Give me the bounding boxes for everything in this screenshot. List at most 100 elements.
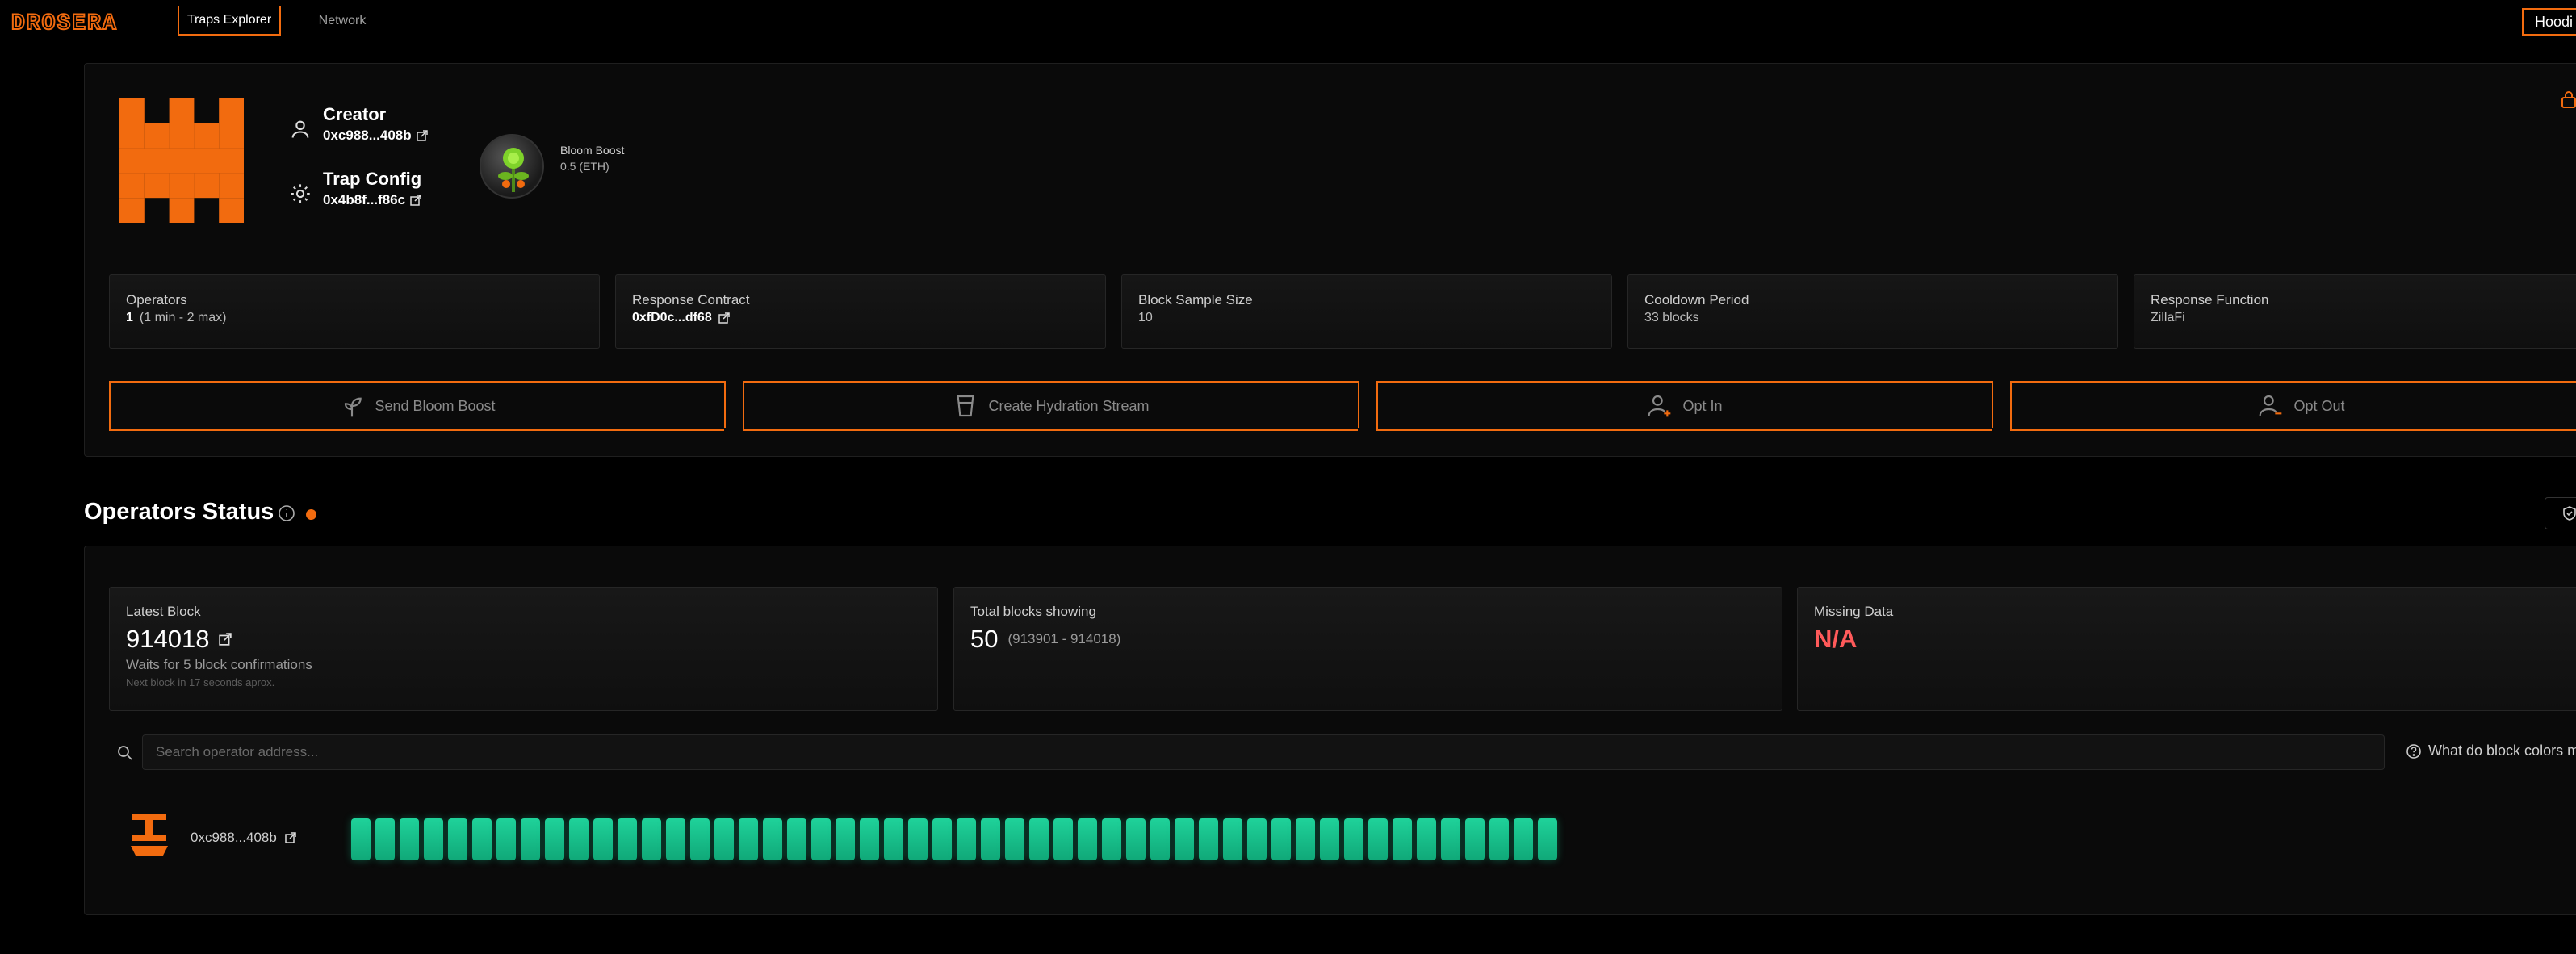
block-cell[interactable] (932, 818, 952, 860)
trap-config-address-link[interactable]: 0x4b8f...f86c (323, 190, 421, 210)
opt-in-button[interactable]: Opt In (1376, 381, 1993, 431)
info-card-block-sample-size: Block Sample Size 10 (1121, 274, 1612, 349)
live-indicator-dot (306, 509, 316, 520)
block-cell[interactable] (690, 818, 710, 860)
confirmations-text: Waits for 5 block confirmations (126, 657, 312, 672)
external-link-icon[interactable] (410, 195, 421, 206)
external-link-icon[interactable] (285, 832, 296, 843)
block-cell[interactable] (642, 818, 661, 860)
block-cell[interactable] (1489, 818, 1509, 860)
block-cell[interactable] (1368, 818, 1388, 860)
response-contract-address: 0xfD0c...df68 (632, 311, 712, 324)
latest-block-link[interactable]: 914018 (126, 625, 921, 654)
operator-address-link[interactable]: 0xc988...408b (191, 830, 296, 846)
block-cell[interactable] (618, 818, 637, 860)
external-link-icon[interactable] (219, 633, 232, 646)
block-cell[interactable] (1175, 818, 1194, 860)
block-cell[interactable] (884, 818, 903, 860)
block-cell[interactable] (1320, 818, 1339, 860)
operator-search-input[interactable] (142, 734, 2385, 770)
tab-traps-explorer[interactable]: Traps Explorer (178, 6, 281, 36)
send-bloom-boost-button[interactable]: Send Bloom Boost (109, 381, 726, 431)
external-link-icon[interactable] (718, 312, 730, 324)
sprout-icon (345, 397, 362, 417)
block-cell[interactable] (1247, 818, 1267, 860)
block-cell[interactable] (908, 818, 928, 860)
block-cell[interactable] (714, 818, 734, 860)
external-link-icon[interactable] (416, 130, 428, 141)
block-cell[interactable] (1029, 818, 1049, 860)
block-cell[interactable] (860, 818, 879, 860)
block-cell[interactable] (981, 818, 1000, 860)
block-cell[interactable] (351, 818, 371, 860)
glass-icon (957, 395, 974, 417)
block-cell[interactable] (811, 818, 831, 860)
info-card-value: 1 (1 min - 2 max) (126, 309, 583, 327)
block-cell[interactable] (787, 818, 806, 860)
block-cell[interactable] (763, 818, 782, 860)
block-cell[interactable] (1538, 818, 1557, 860)
bloom-boost-amount: 0.5 (ETH) (560, 160, 609, 173)
block-cell[interactable] (496, 818, 516, 860)
block-cell[interactable] (521, 818, 540, 860)
shield-check-button[interactable] (2545, 497, 2576, 529)
create-hydration-stream-button[interactable]: Create Hydration Stream (743, 381, 1359, 431)
block-cell[interactable] (1271, 818, 1291, 860)
drosera-logo[interactable]: DROSERA (11, 8, 157, 34)
block-cell[interactable] (1296, 818, 1315, 860)
block-cell[interactable] (1053, 818, 1073, 860)
block-cell[interactable] (375, 818, 395, 860)
opt-out-button[interactable]: Opt Out (2010, 381, 2576, 431)
top-nav: DROSERA Traps Explorer Network Hoodi (0, 0, 2576, 42)
info-card-label: Response Function (2151, 292, 2269, 308)
block-cell[interactable] (1344, 818, 1363, 860)
block-cell[interactable] (593, 818, 613, 860)
stat-label: Latest Block (126, 604, 201, 619)
block-cell[interactable] (836, 818, 855, 860)
creator-address-link[interactable]: 0xc988...408b (323, 126, 428, 145)
block-cell[interactable] (472, 818, 492, 860)
info-card-value: 33 blocks (1644, 311, 1699, 324)
block-cell[interactable] (1465, 818, 1485, 860)
response-contract-link[interactable]: 0xfD0c...df68 (632, 309, 1089, 327)
operator-row: 0xc988...408b (123, 810, 1576, 865)
gear-icon (291, 184, 310, 203)
total-blocks-card: Total blocks showing 50 (913901 - 914018… (953, 587, 1782, 711)
button-label: Opt Out (2293, 397, 2345, 414)
tab-network[interactable]: Network (313, 6, 371, 36)
block-cell[interactable] (448, 818, 467, 860)
block-cell[interactable] (1223, 818, 1242, 860)
info-icon[interactable] (278, 504, 295, 522)
block-colors-help-link[interactable]: What do block colors m (2406, 743, 2576, 759)
block-cell[interactable] (1417, 818, 1436, 860)
block-cell[interactable] (569, 818, 589, 860)
next-block-text: Next block in 17 seconds aprox. (126, 676, 275, 688)
block-cell[interactable] (1514, 818, 1533, 860)
block-cell[interactable] (1441, 818, 1460, 860)
block-cell[interactable] (739, 818, 758, 860)
info-card-response-function: Response Function ZillaFi (2134, 274, 2576, 349)
creator-address: 0xc988...408b (323, 128, 412, 143)
lock-icon[interactable] (2561, 90, 2576, 108)
block-cell[interactable] (1078, 818, 1097, 860)
block-cell[interactable] (1150, 818, 1170, 860)
info-card-operators: Operators 1 (1 min - 2 max) (109, 274, 600, 349)
block-cell[interactable] (424, 818, 443, 860)
button-label: Send Bloom Boost (375, 397, 496, 414)
bloom-boost-avatar (480, 134, 544, 199)
bloom-boost-name: Bloom Boost (560, 144, 625, 157)
block-cell[interactable] (545, 818, 564, 860)
network-selector[interactable]: Hoodi (2522, 8, 2576, 36)
block-cell[interactable] (1005, 818, 1024, 860)
operator-avatar-icon (131, 814, 168, 856)
block-cell[interactable] (1199, 818, 1218, 860)
block-cell[interactable] (957, 818, 976, 860)
trap-config-block: Trap Config 0x4b8f...f86c (289, 168, 421, 210)
block-cell[interactable] (1126, 818, 1146, 860)
block-cell[interactable] (666, 818, 685, 860)
block-cell[interactable] (400, 818, 419, 860)
block-cell[interactable] (1102, 818, 1121, 860)
stat-label: Total blocks showing (970, 604, 1096, 619)
latest-block-number: 914018 (126, 625, 210, 653)
block-cell[interactable] (1393, 818, 1412, 860)
